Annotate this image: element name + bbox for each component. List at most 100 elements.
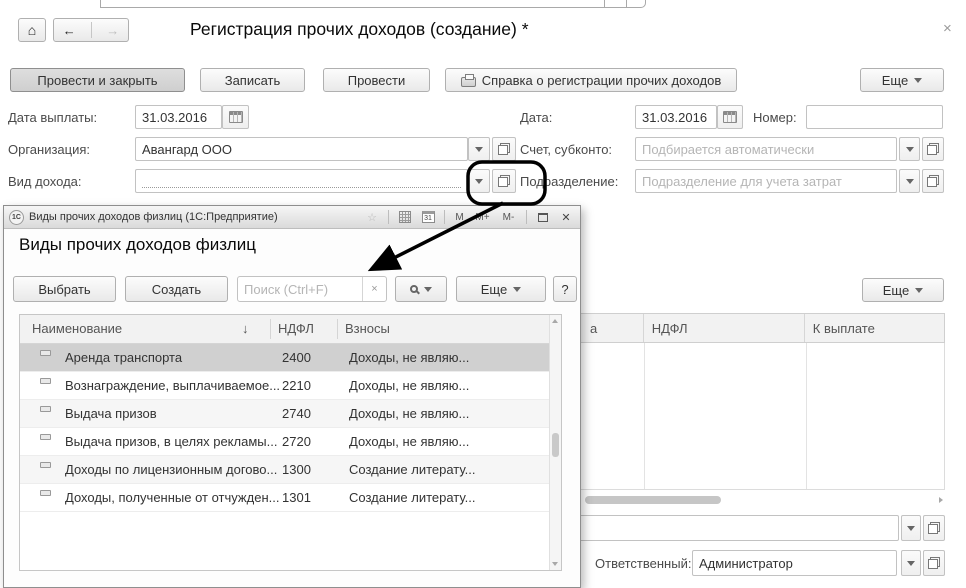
income-kind-dropdown-button[interactable] (468, 169, 490, 193)
pay-date-field[interactable]: 31.03.2016 (135, 105, 222, 129)
date-calendar-button[interactable] (717, 105, 743, 129)
row-name: Выдача призов, в целях рекламы... (65, 434, 277, 449)
printer-icon (461, 77, 476, 87)
maximize-button[interactable] (534, 209, 552, 226)
grid-col-payout-label: К выплате (813, 321, 875, 336)
help-button[interactable]: ? (553, 276, 577, 302)
responsible-field[interactable]: Администратор (692, 550, 897, 576)
scrollbar-thumb[interactable] (552, 433, 559, 457)
column-header-ndfl[interactable]: НДФЛ (278, 321, 314, 336)
column-header-contrib[interactable]: Взносы (345, 321, 390, 336)
date-value: 31.03.2016 (642, 110, 707, 125)
open-icon (927, 143, 939, 155)
write-button[interactable]: Записать (200, 68, 305, 92)
select-button[interactable]: Выбрать (13, 276, 116, 302)
vertical-scrollbar[interactable] (549, 315, 561, 570)
table-row[interactable]: Выдача призов, в целях рекламы... 2720 Д… (20, 428, 549, 456)
income-kinds-table: Наименование ↓ НДФЛ Взносы Аренда трансп… (19, 314, 562, 571)
divider (526, 210, 527, 224)
grid-body[interactable] (560, 343, 945, 490)
pay-date-calendar-button[interactable] (222, 105, 249, 129)
horizontal-scrollbar[interactable] (583, 494, 945, 506)
back-button[interactable]: ← (54, 23, 85, 38)
responsible-value: Администратор (699, 556, 793, 571)
open-icon (927, 175, 939, 187)
responsible-open-button[interactable] (923, 550, 945, 576)
screen: ⌂ ← → Регистрация прочих доходов (создан… (0, 0, 966, 588)
column-header-name[interactable]: Наименование (32, 321, 122, 336)
reference-label: Справка о регистрации прочих доходов (482, 73, 721, 88)
reference-print-button[interactable]: Справка о регистрации прочих доходов (445, 68, 737, 92)
popup-titlebar[interactable]: 1С Виды прочих доходов физлиц (1С:Предпр… (4, 206, 580, 229)
table-row[interactable]: Доходы, полученные от отчужден... 1301 С… (20, 484, 549, 512)
scrollbar-thumb[interactable] (585, 496, 721, 504)
close-icon[interactable]: × (943, 20, 952, 37)
list-item-icon (40, 490, 51, 496)
write-label: Записать (225, 73, 281, 88)
scroll-up-icon[interactable] (552, 319, 558, 323)
favorites-button[interactable]: ☆ (363, 209, 381, 226)
department-field[interactable]: Подразделение для учета затрат (635, 169, 897, 193)
row-ndfl: 1301 (282, 490, 311, 505)
table-row[interactable]: Вознаграждение, выплачиваемое... 2210 До… (20, 372, 549, 400)
row-contrib: Доходы, не являю... (349, 406, 469, 421)
income-kind-field[interactable] (135, 169, 468, 193)
post-button[interactable]: Провести (323, 68, 430, 92)
memory-plus-button[interactable]: M+ (472, 209, 493, 226)
organization-open-button[interactable] (492, 137, 516, 161)
calendar-icon (723, 111, 737, 123)
grid-column-header-payout[interactable]: К выплате (805, 314, 944, 342)
table-row[interactable]: Доходы по лицензионным догово... 1300 Со… (20, 456, 549, 484)
select-label: Выбрать (38, 282, 90, 297)
popup-more-button[interactable]: Еще (456, 276, 546, 302)
search-input[interactable]: Поиск (Ctrl+F) × (237, 276, 387, 302)
list-item-icon (40, 350, 51, 356)
income-kind-open-button[interactable] (492, 169, 516, 193)
search-options-button[interactable] (395, 276, 447, 302)
calendar-button[interactable]: 31 (419, 209, 437, 226)
table-header[interactable]: Наименование ↓ НДФЛ Взносы (20, 315, 549, 344)
comment-dropdown-button[interactable] (901, 515, 921, 541)
scroll-down-icon[interactable] (552, 562, 558, 566)
grid-col-fragment-label: а (590, 321, 597, 336)
popup-window-income-kinds: 1С Виды прочих доходов физлиц (1С:Предпр… (3, 205, 581, 588)
scroll-right-icon[interactable] (939, 497, 943, 503)
grid-more-label: Еще (883, 283, 909, 298)
account-open-button[interactable] (922, 137, 944, 161)
grid-column-header-ndfl[interactable]: НДФЛ (644, 314, 805, 342)
grid-more-button[interactable]: Еще (862, 278, 944, 302)
department-dropdown-button[interactable] (899, 169, 920, 193)
organization-field[interactable]: Авангард ООО (135, 137, 468, 161)
date-label: Дата: (520, 110, 552, 125)
memory-button[interactable]: M (452, 209, 467, 226)
chevron-down-icon (914, 78, 922, 83)
responsible-dropdown-button[interactable] (901, 550, 921, 576)
open-icon (498, 175, 510, 187)
home-button[interactable]: ⌂ (18, 18, 46, 42)
organization-dropdown-button[interactable] (468, 137, 490, 161)
popup-more-label: Еще (481, 282, 507, 297)
search-placeholder: Поиск (Ctrl+F) (238, 282, 362, 297)
number-field[interactable] (806, 105, 943, 129)
popup-close-button[interactable]: ✕ (557, 209, 575, 226)
account-dropdown-button[interactable] (899, 137, 920, 161)
calculator-button[interactable] (396, 209, 414, 226)
memory-minus-button[interactable]: M- (498, 209, 519, 226)
department-open-button[interactable] (922, 169, 944, 193)
post-and-close-button[interactable]: Провести и закрыть (10, 68, 185, 92)
account-field[interactable]: Подбирается автоматически (635, 137, 897, 161)
help-label: ? (561, 282, 568, 297)
organization-value: Авангард ООО (142, 142, 232, 157)
more-button[interactable]: Еще (860, 68, 944, 92)
organization-label: Организация: (8, 142, 90, 157)
date-field[interactable]: 31.03.2016 (635, 105, 717, 129)
chevron-down-icon (907, 526, 915, 531)
table-row[interactable]: Выдача призов 2740 Доходы, не являю... (20, 400, 549, 428)
row-contrib: Создание литерату... (349, 462, 475, 477)
create-button[interactable]: Создать (125, 276, 228, 302)
clear-search-button[interactable]: × (362, 277, 386, 301)
table-row[interactable]: Аренда транспорта 2400 Доходы, не являю.… (20, 344, 549, 372)
row-name: Выдача призов (65, 406, 157, 421)
forward-button[interactable]: → (98, 23, 129, 38)
comment-open-button[interactable] (923, 515, 945, 541)
